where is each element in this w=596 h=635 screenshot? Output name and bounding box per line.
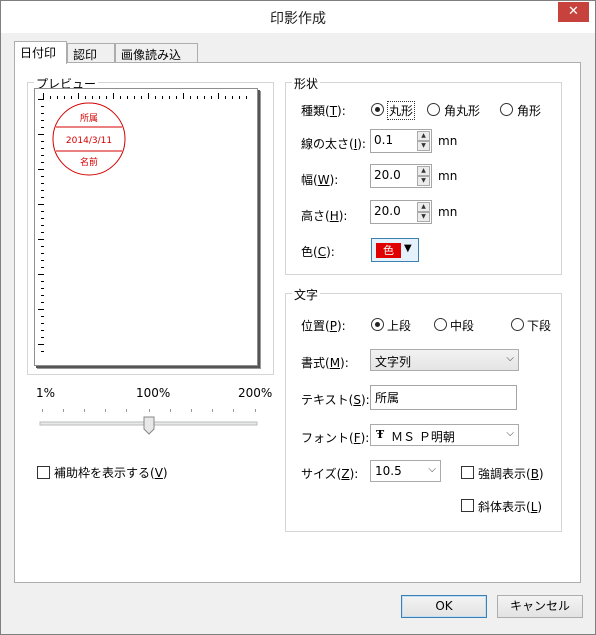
zoom-slider-thumb[interactable] — [143, 416, 155, 435]
shape-group-label: 形状 — [292, 75, 321, 92]
height-label: 高さ(H): — [301, 209, 348, 223]
ok-button[interactable]: OK — [401, 595, 487, 618]
width-down-arrow-icon[interactable]: ▼ — [417, 176, 430, 186]
height-down-arrow-icon[interactable]: ▼ — [417, 212, 430, 222]
shape-square-label[interactable]: 角形 — [517, 102, 541, 119]
stamp-top-text: 所属 — [80, 113, 98, 124]
preview-canvas: 所属 2014/3/11 名前 — [34, 88, 258, 366]
line-width-label: 線の太さ(I): — [301, 137, 366, 151]
shape-round-radio[interactable] — [371, 103, 384, 116]
height-up-arrow-icon[interactable]: ▲ — [417, 202, 430, 212]
italic-label: 斜体表示(L) — [478, 500, 543, 514]
width-spinner[interactable]: 20.0 ▲ ▼ — [370, 164, 432, 188]
close-button[interactable]: ✕ — [558, 2, 589, 22]
tab-image-import[interactable]: 画像読み込み — [115, 43, 198, 79]
shape-round-label[interactable]: 丸形 — [387, 101, 416, 120]
line-width-unit: mn — [438, 134, 458, 148]
chevron-down-icon: ⌵ — [506, 428, 514, 439]
position-bottom-label[interactable]: 下段 — [527, 317, 551, 334]
stamp-creation-dialog: 印影作成 ✕ 日付印 認印 画像読み込み プレビュー — [0, 0, 596, 635]
size-label: サイズ(Z): — [301, 467, 359, 481]
chevron-down-icon: ⌵ — [428, 464, 436, 475]
text-input-value: 所属 — [375, 391, 400, 405]
position-middle-label[interactable]: 中段 — [450, 317, 474, 334]
tab-personal-seal[interactable]: 認印 — [67, 43, 115, 63]
shape-square-radio[interactable] — [500, 103, 513, 116]
height-unit: mn — [438, 205, 458, 219]
shape-rounded-square-label[interactable]: 角丸形 — [444, 102, 480, 119]
cancel-button[interactable]: キャンセル — [497, 595, 583, 618]
color-swatch: 色 — [376, 243, 401, 258]
color-picker-button[interactable]: 色 ▼ — [371, 238, 419, 262]
italic-checkbox[interactable] — [461, 499, 474, 512]
size-dropdown[interactable]: 10.5 ⌵ — [370, 460, 441, 482]
color-label: 色(C): — [301, 245, 335, 259]
height-spinner[interactable]: 20.0 ▲ ▼ — [370, 200, 432, 224]
zoom-min-label: 1% — [36, 386, 56, 400]
text-input[interactable]: 所属 — [370, 385, 517, 410]
show-guide-checkbox[interactable] — [37, 466, 50, 479]
format-value: 文字列 — [375, 355, 412, 369]
chevron-down-icon: ⌵ — [506, 353, 514, 364]
format-label: 書式(M): — [301, 356, 349, 370]
show-guide-label: 補助枠を表示する(V) — [54, 466, 168, 480]
text-group-label: 文字 — [292, 286, 321, 303]
zoom-slider[interactable] — [39, 406, 261, 436]
position-label: 位置(P): — [301, 319, 346, 333]
chevron-down-icon: ▼ — [404, 243, 412, 254]
width-up-arrow-icon[interactable]: ▲ — [417, 166, 430, 176]
zoom-mid-label: 100% — [136, 386, 171, 400]
shape-rounded-square-radio[interactable] — [427, 103, 440, 116]
width-unit: mn — [438, 169, 458, 183]
shape-type-label: 種類(T): — [301, 104, 346, 118]
bold-label: 強調表示(B) — [478, 467, 544, 481]
line-width-up-arrow-icon[interactable]: ▲ — [417, 131, 430, 141]
format-dropdown[interactable]: 文字列 ⌵ — [370, 349, 519, 371]
line-width-down-arrow-icon[interactable]: ▼ — [417, 141, 430, 151]
position-top-radio[interactable] — [371, 318, 384, 331]
height-value: 20.0 — [374, 204, 401, 218]
text-value-label: テキスト(S): — [301, 393, 370, 407]
width-label: 幅(W): — [301, 173, 339, 187]
width-value: 20.0 — [374, 168, 401, 182]
line-width-spinner[interactable]: 0.1 ▲ ▼ — [370, 129, 432, 153]
font-dropdown[interactable]: Ŧ ＭＳ Ｐ明朝 ⌵ — [370, 424, 519, 446]
tab-panel-date-stamp: プレビュー 所属 2014/3/11 名前 1% 100% 200% 補助枠を表… — [14, 62, 581, 583]
line-width-value: 0.1 — [374, 133, 394, 147]
position-bottom-radio[interactable] — [511, 318, 524, 331]
truetype-font-icon: Ŧ — [376, 428, 385, 441]
left-ruler — [38, 99, 44, 352]
window-title: 印影作成 — [270, 11, 326, 27]
title-bar: 印影作成 ✕ — [1, 1, 595, 33]
stamp-bottom-text: 名前 — [80, 156, 98, 168]
position-middle-radio[interactable] — [434, 318, 447, 331]
bold-checkbox[interactable] — [461, 466, 474, 479]
font-value: ＭＳ Ｐ明朝 — [391, 430, 455, 444]
tab-date-stamp[interactable]: 日付印 — [14, 41, 67, 64]
position-top-label[interactable]: 上段 — [387, 317, 411, 334]
date-stamp-preview: 所属 2014/3/11 名前 — [52, 102, 126, 176]
zoom-max-label: 200% — [238, 386, 273, 400]
top-ruler — [43, 93, 247, 99]
stamp-date-text: 2014/3/11 — [66, 136, 112, 146]
size-value: 10.5 — [375, 464, 402, 478]
font-label: フォント(F): — [301, 431, 370, 445]
